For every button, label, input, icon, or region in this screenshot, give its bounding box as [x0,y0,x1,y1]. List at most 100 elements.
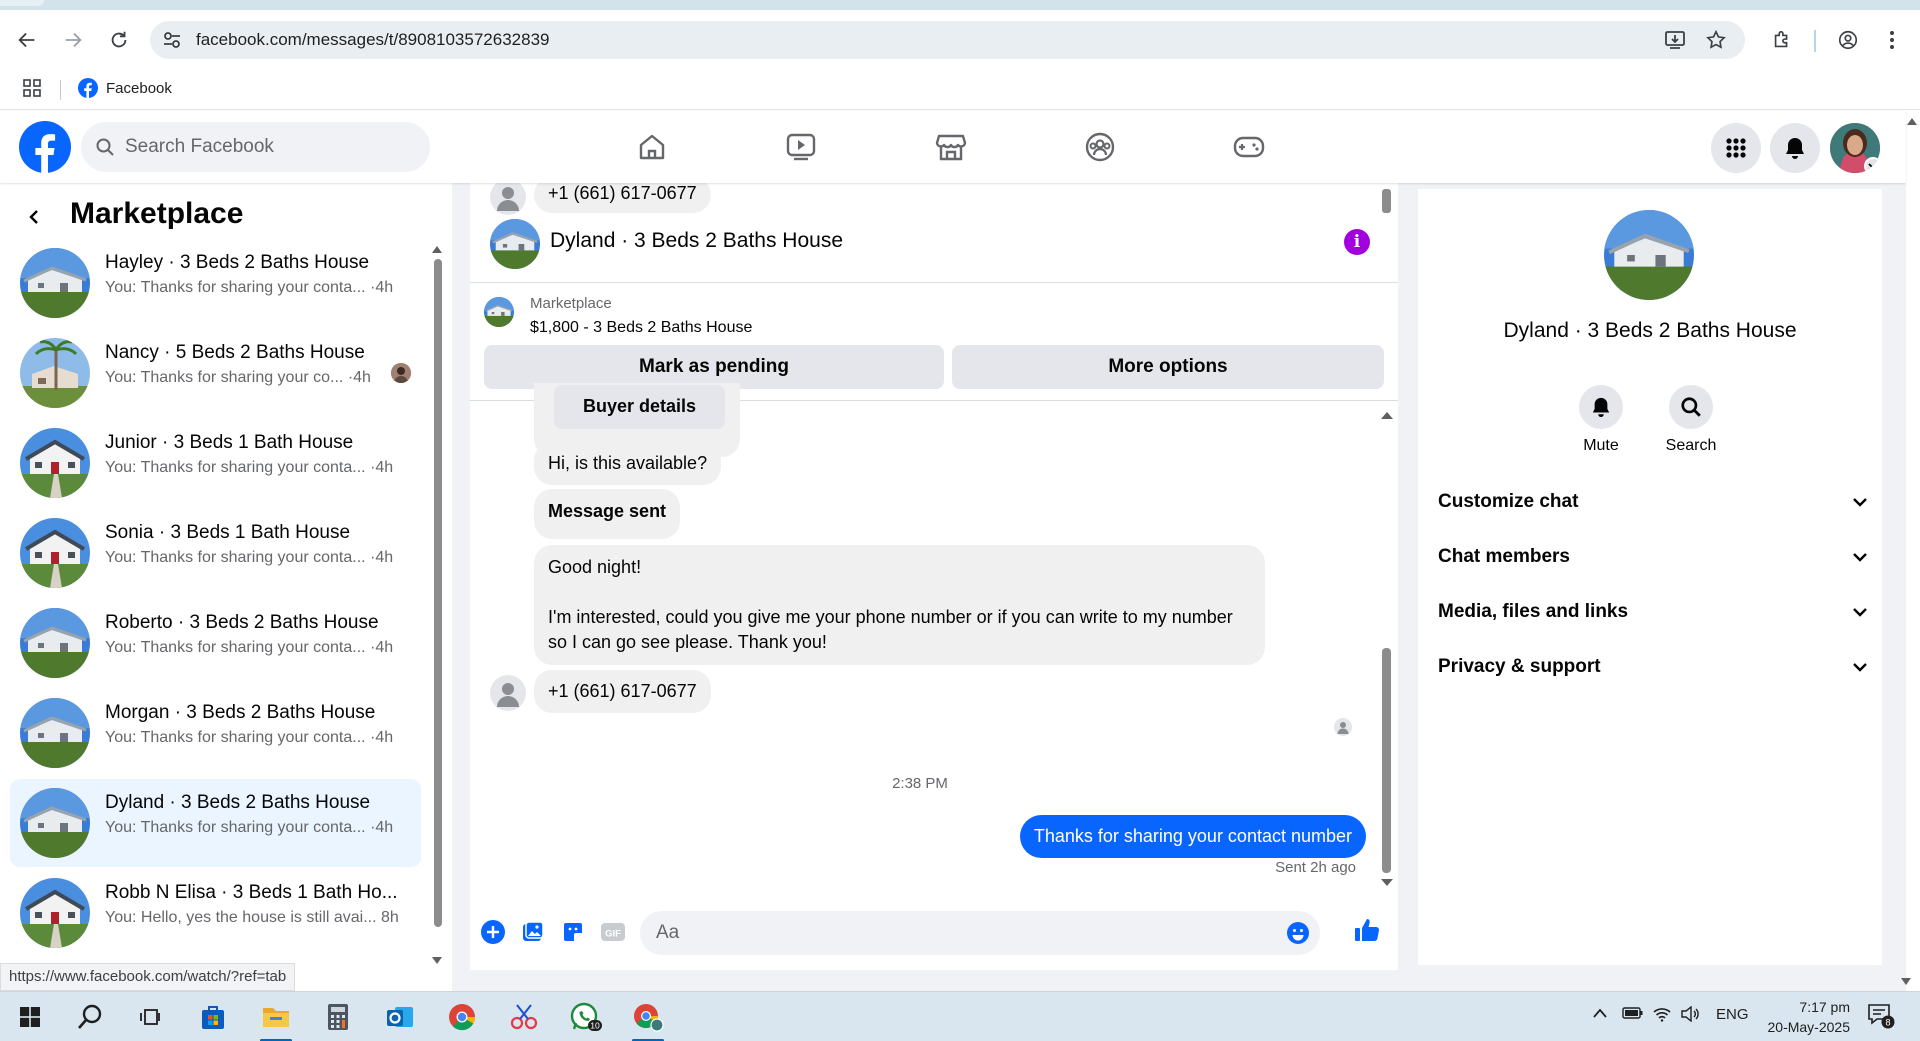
chat-time-ago: ·4h [370,279,394,296]
gaming-nav-icon[interactable] [1229,127,1269,167]
home-nav-icon[interactable] [632,127,672,167]
volume-icon[interactable] [1680,1006,1700,1022]
video-nav-icon[interactable] [781,127,821,167]
conversation-scrollbar[interactable] [1380,183,1393,970]
chat-list-scrollbar[interactable] [432,245,442,965]
outlook-icon[interactable] [380,999,420,1035]
account-chevron-icon [1864,157,1880,173]
info-icon[interactable]: i [1344,229,1370,255]
search-action[interactable]: Search [1651,385,1731,455]
back-arrow-icon[interactable] [26,209,42,225]
notifications-button[interactable] [1770,123,1820,173]
info-section-row[interactable]: Privacy & support [1438,647,1868,687]
taskbar-search-icon[interactable] [70,999,110,1035]
wifi-icon[interactable] [1652,1006,1672,1022]
conversation-avatar[interactable] [490,219,540,269]
chat-snippet: You: Thanks for sharing your conta... ·4… [105,819,393,837]
conversation-panel: +1 (661) 617-0677 Dyland · 3 Beds 2 Bath… [452,183,1404,991]
info-section-row[interactable]: Customize chat [1438,482,1868,522]
info-section-row[interactable]: Media, files and links [1438,592,1868,632]
windows-start-icon[interactable] [10,999,50,1035]
message-status: Sent 2h ago [1275,859,1356,876]
chat-snippet-text: You: Thanks for sharing your co... [105,369,344,386]
chat-snippet: You: Thanks for sharing your conta... ·4… [105,729,393,747]
message-thread: Buyer details Hi, is this available? Mes… [470,383,1398,893]
toolbar-divider [1814,30,1816,52]
browser-menu-icon[interactable] [1877,25,1907,55]
profile-icon[interactable] [1833,25,1863,55]
page-scroll-up-icon[interactable] [1906,116,1918,126]
chrome-profile-icon[interactable] [628,999,668,1041]
extensions-icon[interactable] [1767,25,1797,55]
emoji-icon[interactable] [1286,921,1310,945]
notification-center-icon[interactable]: 8 [1866,1002,1896,1030]
account-avatar[interactable] [1830,123,1880,173]
chat-avatar [20,788,90,858]
listing-thumbnail[interactable] [484,297,514,327]
chat-row[interactable]: Junior · 3 Beds 1 Bath House You: Thanks … [10,419,421,507]
address-url[interactable]: facebook.com/messages/t/8908103572632839 [196,30,549,50]
marketplace-nav-icon[interactable] [931,127,971,167]
bookmarks-divider [60,80,61,100]
bookmark-facebook[interactable]: Facebook [78,78,172,98]
message-phone: +1 (661) 617-0677 [534,670,711,713]
conversation-title[interactable]: Dyland · 3 Beds 2 Baths House [550,229,843,253]
facebook-favicon-icon [78,78,98,98]
message-input[interactable]: Aa [640,911,1320,955]
snipping-tool-icon[interactable] [504,999,544,1035]
add-plus-icon[interactable] [478,917,508,947]
mute-action[interactable]: Mute [1561,385,1641,455]
task-view-icon[interactable] [130,999,170,1035]
sender-avatar-icon[interactable] [490,675,526,711]
chat-row[interactable]: Nancy · 5 Beds 2 Baths House You: Thanks … [10,329,421,417]
search-label: Search [1665,437,1717,454]
more-options-button[interactable]: More options [952,345,1384,389]
sticker-icon[interactable] [558,917,588,947]
groups-nav-icon[interactable] [1080,127,1120,167]
file-explorer-icon[interactable] [256,999,296,1041]
search-placeholder: Search Facebook [125,136,274,157]
facebook-logo-icon[interactable] [19,121,71,173]
chat-row[interactable]: Hayley · 3 Beds 2 Baths House You: Thanks… [10,239,421,327]
page-scroll-down-icon[interactable] [1900,977,1912,987]
info-section-label: Customize chat [1438,491,1579,512]
chrome-icon[interactable] [442,999,482,1035]
install-app-icon[interactable] [1664,29,1686,51]
gif-icon[interactable]: GIF [598,917,628,947]
reload-icon[interactable] [104,25,134,55]
store-app-icon[interactable] [193,999,233,1035]
chevron-down-icon [1852,607,1868,617]
like-thumb-icon[interactable] [1352,915,1382,945]
profile-avatar-large[interactable] [1604,210,1694,300]
chat-row[interactable]: Roberto · 3 Beds 2 Baths House You: Thank… [10,599,421,687]
tray-chevron-icon[interactable] [1592,1007,1608,1019]
chat-row[interactable]: Morgan · 3 Beds 2 Baths House You: Thanks… [10,689,421,777]
photo-icon[interactable] [518,917,548,947]
menu-grid-button[interactable] [1711,123,1761,173]
taskbar-clock[interactable]: 7:17 pm 20-May-2025 [1750,997,1851,1037]
calculator-icon[interactable] [318,999,358,1035]
bookmark-star-icon[interactable] [1705,29,1727,51]
facebook-search-input[interactable]: Search Facebook [81,122,430,172]
buyer-details-button[interactable]: Buyer details [554,385,725,429]
whatsapp-icon[interactable]: 10 [566,999,606,1035]
chat-row[interactable]: Sonia · 3 Beds 1 Bath House You: Thanks f… [10,509,421,597]
site-settings-icon[interactable] [162,30,182,50]
battery-icon[interactable] [1622,1006,1644,1020]
back-icon[interactable] [12,25,42,55]
chat-snippet-text: You: Thanks for sharing your conta... [105,459,366,476]
clock-date: 20-May-2025 [1767,1019,1851,1035]
apps-grid-icon[interactable] [22,78,42,98]
address-bar[interactable]: facebook.com/messages/t/8908103572632839 [150,21,1745,59]
chat-snippet: You: Thanks for sharing your conta... ·4… [105,459,393,477]
forward-icon[interactable] [58,25,88,55]
info-section-row[interactable]: Chat members [1438,537,1868,577]
chat-name: Roberto · 3 Beds 2 Baths House [105,612,379,633]
chat-name: Sonia · 3 Beds 1 Bath House [105,522,351,543]
search-chat-icon[interactable] [1669,385,1713,429]
listing-price-title[interactable]: $1,800 - 3 Beds 2 Baths House [530,319,752,337]
chat-row[interactable]: Robb N Elisa · 3 Beds 1 Bath Ho... You: H… [10,869,421,957]
mute-bell-icon[interactable] [1579,385,1623,429]
language-indicator[interactable]: ENG [1716,1006,1749,1023]
chat-row[interactable]: Dyland · 3 Beds 2 Baths House You: Thanks… [10,779,421,867]
